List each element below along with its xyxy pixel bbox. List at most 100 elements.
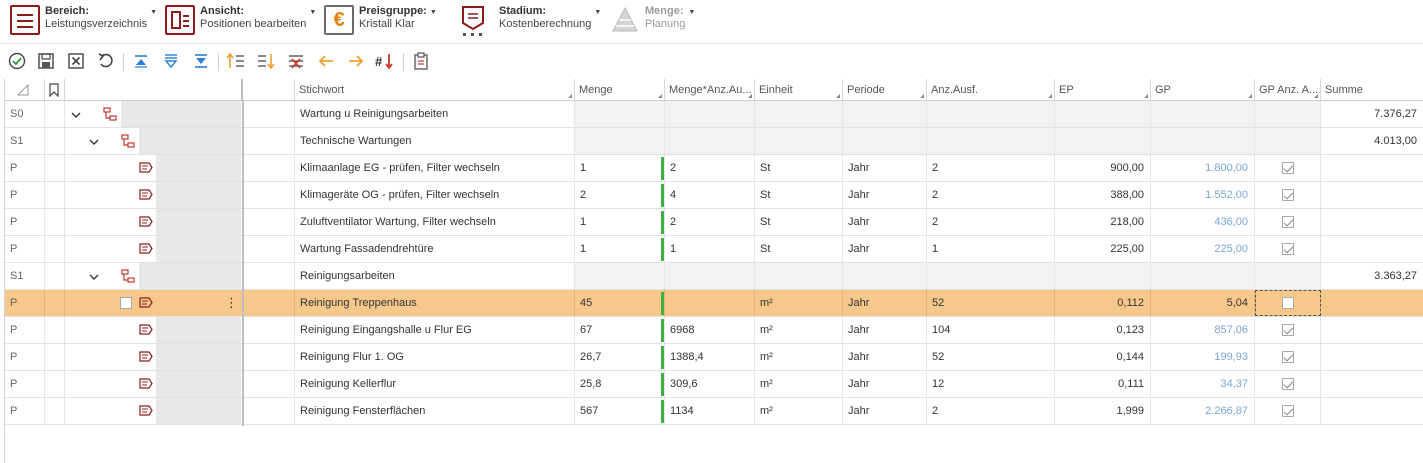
bookmark-cell[interactable] — [45, 101, 65, 127]
summe-cell[interactable] — [1321, 371, 1423, 397]
ep-cell[interactable]: 900,00 — [1055, 155, 1151, 181]
summe-cell[interactable] — [1321, 155, 1423, 181]
menge-anz-cell[interactable]: 2 — [665, 155, 755, 181]
gp-anz-cell[interactable] — [1255, 263, 1321, 289]
periode-cell[interactable]: Jahr — [843, 236, 927, 262]
summe-cell[interactable]: 3.363,27 — [1321, 263, 1423, 289]
nr-cell[interactable] — [245, 371, 295, 397]
menge-anz-cell[interactable]: 4 — [665, 182, 755, 208]
gp-anz-checkbox[interactable] — [1282, 216, 1294, 228]
periode-cell[interactable] — [843, 128, 927, 154]
periode-cell[interactable]: Jahr — [843, 155, 927, 181]
anz-ausf-cell[interactable]: 2 — [927, 398, 1055, 424]
summe-cell[interactable] — [1321, 290, 1423, 316]
summe-cell[interactable] — [1321, 182, 1423, 208]
gp-cell[interactable]: 857,06 — [1151, 317, 1255, 343]
ep-cell[interactable] — [1055, 263, 1151, 289]
menge-cell[interactable]: 25,8 — [575, 371, 665, 397]
menge-cell[interactable]: 26,7 — [575, 344, 665, 370]
summe-cell[interactable] — [1321, 209, 1423, 235]
nr-cell[interactable] — [245, 236, 295, 262]
ep-cell[interactable]: 225,00 — [1055, 236, 1151, 262]
periode-cell[interactable]: Jahr — [843, 182, 927, 208]
section-row[interactable]: S1 Reinigungsarbeiten 3.363,27 — [5, 263, 1423, 290]
stichwort-cell[interactable]: Wartung u Reinigungsarbeiten — [295, 101, 575, 127]
col-menge-anz[interactable]: Menge*Anz.Au... — [665, 79, 755, 101]
col-periode[interactable]: Periode — [843, 79, 927, 101]
gp-anz-checkbox[interactable] — [1282, 189, 1294, 201]
menge-cell[interactable]: 67 — [575, 317, 665, 343]
preisgruppe-dropdown[interactable]: € Preisgruppe: Kristall Klar ▼ — [324, 5, 437, 41]
gp-cell[interactable]: 199,93 — [1151, 344, 1255, 370]
bookmark-cell[interactable] — [45, 209, 65, 235]
gp-anz-checkbox[interactable] — [1282, 243, 1294, 255]
gp-cell[interactable]: 436,00 — [1151, 209, 1255, 235]
einheit-cell[interactable]: m² — [755, 371, 843, 397]
gp-cell[interactable]: 2.266,87 — [1151, 398, 1255, 424]
col-menge[interactable]: Menge — [575, 79, 665, 101]
einheit-cell[interactable]: St — [755, 182, 843, 208]
undo-icon[interactable] — [95, 50, 117, 72]
gp-anz-checkbox[interactable] — [1282, 297, 1294, 309]
menge-anz-cell[interactable]: 1 — [665, 236, 755, 262]
bookmark-cell[interactable] — [45, 398, 65, 424]
ep-cell[interactable]: 1,999 — [1055, 398, 1151, 424]
col-gp-anz[interactable]: GP Anz. A... — [1255, 79, 1321, 101]
number-sort-icon[interactable]: # — [374, 50, 396, 72]
col-summe[interactable]: Summe — [1321, 79, 1423, 101]
ep-cell[interactable] — [1055, 128, 1151, 154]
gp-cell[interactable] — [1151, 263, 1255, 289]
stichwort-cell[interactable]: Zuluftventilator Wartung, Filter wechsel… — [295, 209, 575, 235]
menge-cell[interactable]: 45 — [575, 290, 665, 316]
ep-cell[interactable]: 0,111 — [1055, 371, 1151, 397]
gp-cell[interactable]: 225,00 — [1151, 236, 1255, 262]
menge-anz-cell[interactable]: 6968 — [665, 317, 755, 343]
col-einheit[interactable]: Einheit — [755, 79, 843, 101]
chevron-down-icon[interactable] — [89, 272, 99, 282]
gp-anz-cell[interactable] — [1255, 101, 1321, 127]
check-icon[interactable] — [6, 50, 28, 72]
periode-cell[interactable]: Jahr — [843, 290, 927, 316]
collapse-up-icon[interactable] — [130, 50, 152, 72]
einheit-cell[interactable]: m² — [755, 398, 843, 424]
periode-cell[interactable]: Jahr — [843, 317, 927, 343]
periode-cell[interactable]: Jahr — [843, 209, 927, 235]
gp-cell[interactable]: 1.552,00 — [1151, 182, 1255, 208]
bookmark-cell[interactable] — [45, 290, 65, 316]
menge-cell[interactable]: 2 — [575, 182, 665, 208]
table-row[interactable]: P Reinigung Fensterflächen 567 1134 m² Jahr 2 1… — [5, 398, 1423, 425]
periode-cell[interactable] — [843, 101, 927, 127]
bereich-dropdown[interactable]: Bereich: Leistungsverzeichnis ▼ — [10, 5, 157, 41]
table-row[interactable]: P Reinigung Eingangshalle u Flur EG 67 6968… — [5, 317, 1423, 344]
menge-anz-cell[interactable] — [665, 128, 755, 154]
anz-ausf-cell[interactable] — [927, 263, 1055, 289]
stadium-dropdown[interactable]: Stadium: Kostenberechnung ▼ — [460, 5, 601, 41]
anz-ausf-cell[interactable]: 2 — [927, 182, 1055, 208]
gp-cell[interactable]: 1.800,00 — [1151, 155, 1255, 181]
menge-cell[interactable] — [575, 101, 665, 127]
menge-cell[interactable]: 567 — [575, 398, 665, 424]
stichwort-cell[interactable]: Klimageräte OG - prüfen, Filter wechseln — [295, 182, 575, 208]
anz-ausf-cell[interactable]: 2 — [927, 155, 1055, 181]
bookmark-cell[interactable] — [45, 371, 65, 397]
summe-cell[interactable] — [1321, 398, 1423, 424]
einheit-cell[interactable]: St — [755, 236, 843, 262]
nr-cell[interactable] — [245, 182, 295, 208]
menge-anz-cell[interactable] — [665, 263, 755, 289]
menge-cell[interactable] — [575, 263, 665, 289]
nr-cell[interactable] — [245, 128, 295, 154]
ep-cell[interactable]: 388,00 — [1055, 182, 1151, 208]
bookmark-cell[interactable] — [45, 182, 65, 208]
table-row[interactable]: P Reinigung Kellerflur 25,8 309,6 m² Jahr 12 0,… — [5, 371, 1423, 398]
close-icon[interactable] — [65, 50, 87, 72]
arrow-left-icon[interactable] — [315, 50, 337, 72]
expand-all-icon[interactable] — [160, 50, 182, 72]
section-row[interactable]: S1 Technische Wartungen 4.013,00 — [5, 128, 1423, 155]
gp-cell[interactable]: 5,04 — [1151, 290, 1255, 316]
summe-cell[interactable]: 7.376,27 — [1321, 101, 1423, 127]
arrow-right-icon[interactable] — [345, 50, 367, 72]
ansicht-dropdown[interactable]: Ansicht: Positionen bearbeiten ▼ — [165, 5, 316, 41]
stichwort-cell[interactable]: Technische Wartungen — [295, 128, 575, 154]
table-row[interactable]: P Zuluftventilator Wartung, Filter wechse… — [5, 209, 1423, 236]
einheit-cell[interactable]: m² — [755, 290, 843, 316]
